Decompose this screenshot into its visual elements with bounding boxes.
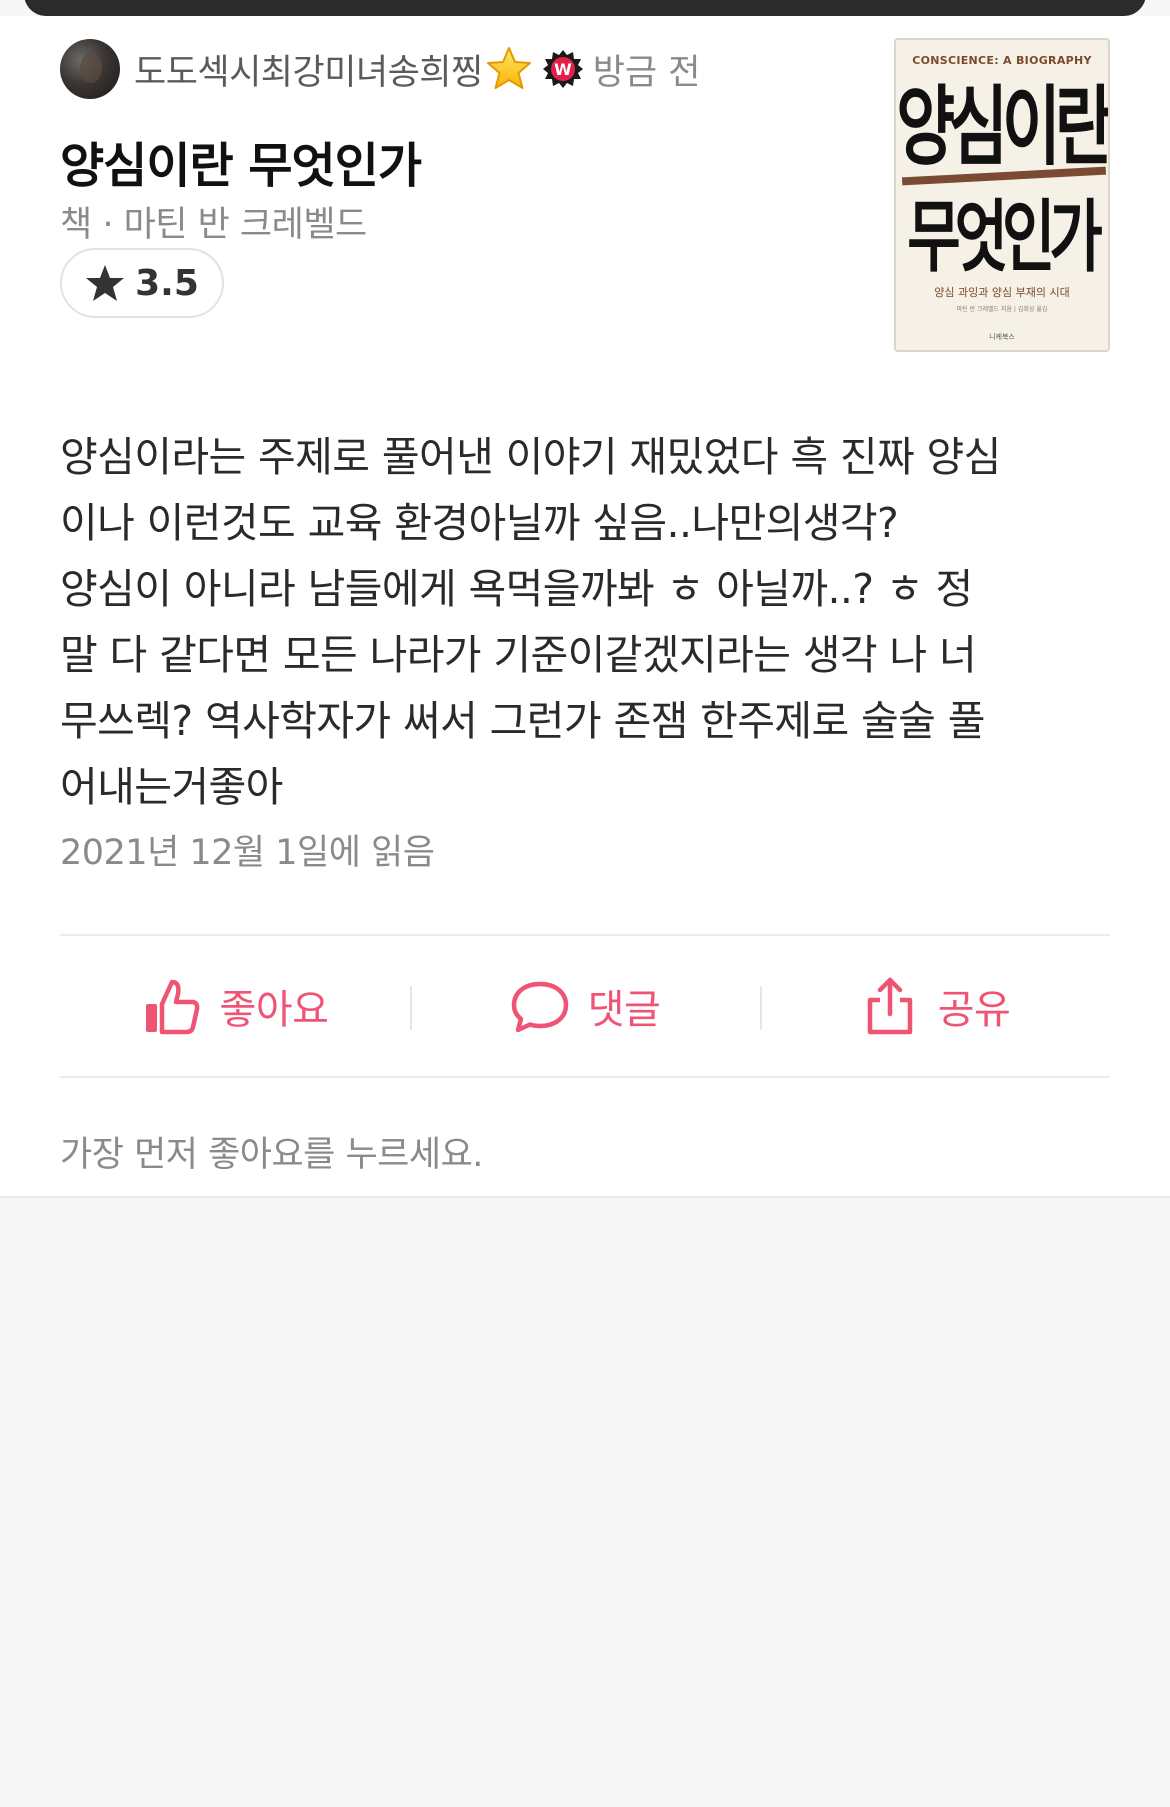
- comment-label: 댓글: [587, 987, 661, 1033]
- cover-title-line2: 무엇인가: [907, 190, 1102, 283]
- author-row: 도도섹시최강미녀송희찡 W 방금 전: [60, 38, 700, 100]
- comment-button[interactable]: 댓글: [410, 938, 760, 1074]
- divider: [60, 1076, 1110, 1078]
- post-time: 방금 전: [592, 52, 701, 93]
- avatar[interactable]: [60, 39, 120, 99]
- post-card: 도도섹시최강미녀송희찡 W 방금 전 양심이란 무엇인가 책 · 마틴 반 크레…: [0, 16, 1170, 1198]
- w-badge-icon: W: [542, 50, 583, 88]
- cover-publisher: 니케북스: [989, 333, 1015, 341]
- speech-bubble-icon: [511, 981, 568, 1033]
- action-bar: 좋아요 댓글 공유: [60, 938, 1110, 1074]
- book-meta: 책 · 마틴 반 크레벨드: [60, 205, 367, 245]
- divider: [60, 934, 1110, 936]
- book-title[interactable]: 양심이란 무엇인가: [60, 126, 422, 196]
- read-date: 2021년 12월 1일에 읽음: [60, 833, 435, 873]
- top-bar: [24, 0, 1146, 16]
- review-text: 양심이라는 주제로 풀어낸 이야기 재밌었다 흑 진짜 양심 이나 이런것도 교…: [60, 433, 1001, 811]
- thumbs-up-icon: [145, 979, 199, 1035]
- rating-badge: 3.5: [60, 248, 224, 318]
- like-button[interactable]: 좋아요: [60, 938, 410, 1074]
- author-name[interactable]: 도도섹시최강미녀송희찡: [134, 44, 483, 95]
- like-label: 좋아요: [219, 987, 329, 1033]
- star-icon: [86, 265, 125, 301]
- share-label: 공유: [937, 987, 1011, 1033]
- book-cover[interactable]: CONSCIENCE: A BIOGRAPHY 양심이란 무엇인가 양심 과잉과…: [894, 38, 1110, 352]
- cover-title-line1: 양심이란: [896, 78, 1108, 179]
- cover-credits: 마틴 반 크레벨드 지음 | 김희상 옮김: [956, 306, 1048, 313]
- rating-value: 3.5: [135, 262, 199, 304]
- svg-text:W: W: [554, 60, 572, 79]
- share-button[interactable]: 공유: [760, 938, 1110, 1074]
- star-badge-icon: [486, 47, 531, 89]
- share-icon: [867, 977, 912, 1035]
- first-like-prompt: 가장 먼저 좋아요를 누르세요.: [60, 1135, 483, 1175]
- cover-tagline: 양심 과잉과 양심 부재의 시대: [934, 286, 1070, 299]
